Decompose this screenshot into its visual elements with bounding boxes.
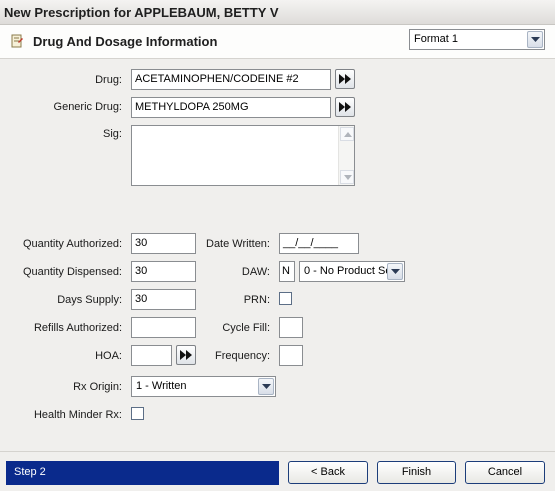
fast-forward-icon	[339, 102, 351, 112]
back-button[interactable]: < Back	[288, 461, 368, 484]
generic-drug-label: Generic Drug:	[53, 101, 122, 113]
daw-select-value: 0 - No Product Se	[304, 265, 388, 277]
sig-textarea[interactable]	[131, 125, 355, 186]
frequency-label: Frequency:	[214, 350, 270, 362]
generic-drug-lookup-button[interactable]	[335, 97, 355, 117]
prn-label: PRN:	[243, 294, 270, 306]
cancel-button[interactable]: Cancel	[465, 461, 545, 484]
scroll-down-icon[interactable]	[340, 170, 354, 184]
days-supply-label: Days Supply:	[57, 294, 122, 306]
step-indicator: Step 2	[6, 461, 279, 485]
refills-authorized-label: Refills Authorized:	[33, 322, 122, 334]
date-written-field[interactable]: __/__/____	[279, 233, 359, 254]
prn-checkbox[interactable]	[279, 292, 292, 305]
frequency-field[interactable]	[279, 345, 303, 366]
quantity-authorized-label: Quantity Authorized:	[22, 238, 122, 250]
cycle-fill-label: Cycle Fill:	[222, 322, 270, 334]
rx-origin-label: Rx Origin:	[73, 381, 122, 393]
quantity-dispensed-label: Quantity Dispensed:	[22, 266, 122, 278]
chevron-down-icon[interactable]	[527, 31, 543, 48]
drug-lookup-button[interactable]	[335, 69, 355, 89]
format-select[interactable]: Format 1	[409, 29, 545, 50]
quantity-authorized-field[interactable]: 30	[131, 233, 196, 254]
drug-field[interactable]: ACETAMINOPHEN/CODEINE #2	[131, 69, 331, 90]
rx-origin-value: 1 - Written	[136, 380, 187, 392]
daw-label: DAW:	[241, 266, 270, 278]
date-written-label: Date Written:	[206, 238, 270, 250]
refills-authorized-field[interactable]	[131, 317, 196, 338]
format-select-value: Format 1	[414, 33, 459, 45]
daw-flag-field[interactable]: N	[279, 261, 295, 282]
fast-forward-icon	[180, 350, 192, 360]
rx-origin-select[interactable]: 1 - Written	[131, 376, 276, 397]
hoa-label: HOA:	[95, 350, 122, 362]
days-supply-field[interactable]: 30	[131, 289, 196, 310]
chevron-down-icon[interactable]	[258, 378, 274, 395]
daw-select[interactable]: 0 - No Product Se	[299, 261, 405, 282]
section-title: Drug And Dosage Information	[33, 34, 218, 49]
fast-forward-icon	[339, 74, 351, 84]
quantity-dispensed-field[interactable]: 30	[131, 261, 196, 282]
chevron-down-icon[interactable]	[387, 263, 403, 280]
window-title: New Prescription for APPLEBAUM, BETTY V	[4, 5, 279, 20]
cycle-fill-field[interactable]	[279, 317, 303, 338]
scroll-up-icon[interactable]	[340, 127, 354, 141]
drug-label: Drug:	[95, 74, 122, 86]
hoa-field[interactable]	[131, 345, 172, 366]
window-title-bar: New Prescription for APPLEBAUM, BETTY V	[0, 0, 555, 25]
generic-drug-field[interactable]: METHYLDOPA 250MG	[131, 97, 331, 118]
finish-button[interactable]: Finish	[377, 461, 456, 484]
hoa-lookup-button[interactable]	[176, 345, 196, 365]
health-minder-label: Health Minder Rx:	[33, 409, 122, 421]
sig-scrollbar[interactable]	[338, 126, 354, 185]
health-minder-checkbox[interactable]	[131, 407, 144, 420]
sig-label: Sig:	[103, 128, 122, 140]
prescription-pad-icon	[10, 34, 24, 48]
